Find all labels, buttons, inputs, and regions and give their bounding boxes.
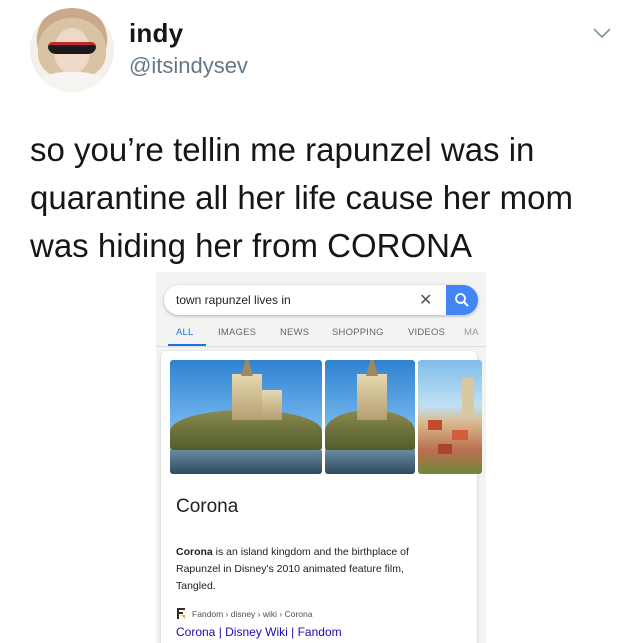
- search-tabs: ALL IMAGES NEWS SHOPPING VIDEOS MA: [176, 327, 486, 347]
- avatar-sunglasses: [48, 42, 96, 54]
- user-handle[interactable]: @itsindysev: [129, 53, 248, 79]
- display-name[interactable]: indy: [129, 18, 183, 49]
- tab-all[interactable]: ALL: [176, 327, 194, 338]
- result-image[interactable]: [325, 360, 415, 474]
- fandom-icon: [177, 608, 185, 619]
- result-title: Corona: [176, 496, 239, 517]
- tab-shopping[interactable]: SHOPPING: [332, 327, 384, 338]
- search-bar[interactable]: town rapunzel lives in ✕: [164, 285, 478, 315]
- tab-news[interactable]: NEWS: [280, 327, 309, 338]
- tweet-text: so you’re tellin me rapunzel was in quar…: [30, 131, 573, 264]
- result-image[interactable]: [418, 360, 482, 474]
- tabs-divider: [156, 346, 486, 347]
- result-description: Corona is an island kingdom and the birt…: [176, 544, 446, 595]
- search-input[interactable]: town rapunzel lives in: [176, 293, 291, 307]
- result-link[interactable]: Corona | Disney Wiki | Fandom: [176, 625, 342, 639]
- avatar[interactable]: [30, 8, 114, 92]
- result-image[interactable]: [170, 360, 322, 474]
- search-button[interactable]: [446, 285, 478, 315]
- tab-videos[interactable]: VIDEOS: [408, 327, 445, 338]
- tab-images[interactable]: IMAGES: [218, 327, 256, 338]
- result-source[interactable]: Fandom › disney › wiki › Corona: [176, 606, 312, 619]
- chevron-down-icon[interactable]: [592, 26, 612, 40]
- source-breadcrumb: Fandom › disney › wiki › Corona: [192, 609, 313, 619]
- avatar-shirt: [40, 72, 104, 92]
- tab-maps[interactable]: MA: [464, 327, 479, 338]
- search-icon: [455, 293, 469, 307]
- close-icon[interactable]: ✕: [419, 290, 432, 310]
- description-bold: Corona: [176, 546, 213, 558]
